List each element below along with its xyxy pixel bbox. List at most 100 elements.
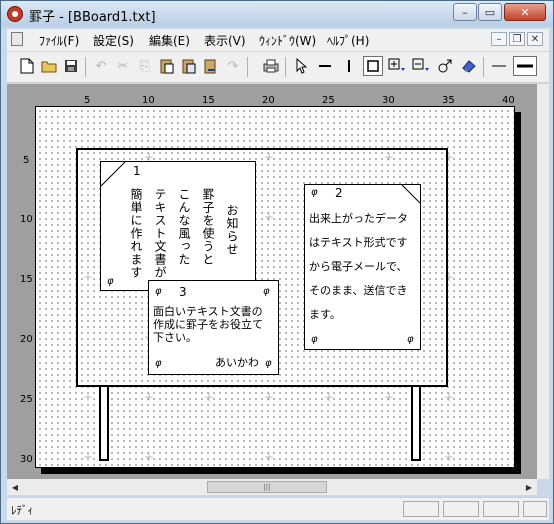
status-indicator xyxy=(443,501,479,517)
resize-grip[interactable] xyxy=(523,501,547,517)
folded-corner-icon xyxy=(401,184,421,204)
doc-restore-button[interactable]: ❐ xyxy=(509,32,525,46)
maximize-button[interactable]: ▭ xyxy=(478,3,502,21)
status-bar: ﾚﾃﾞｨ xyxy=(7,497,549,520)
grid-marker: + xyxy=(384,390,395,404)
eraser-icon[interactable] xyxy=(459,56,479,76)
window-title: 罫子 - [BBoard1.txt] xyxy=(29,10,156,25)
grid-marker: + xyxy=(83,390,94,404)
card-text-line: 面白いテキスト文書の xyxy=(153,305,263,318)
card-text-line: こんな風った xyxy=(177,188,191,266)
undo-icon[interactable]: ↶ xyxy=(91,56,111,76)
vline-icon[interactable] xyxy=(339,56,359,76)
box-icon[interactable] xyxy=(363,56,383,76)
document-icon[interactable] xyxy=(11,32,23,46)
toolbar-separator xyxy=(483,57,484,77)
ruler-left-label: 20 xyxy=(20,334,33,345)
folded-corner-icon xyxy=(101,162,126,187)
card-text-line: お知らせ xyxy=(225,204,239,256)
menu-view[interactable]: 表示(V) xyxy=(204,32,246,49)
menu-file[interactable]: ﾌｧｲﾙ(F) xyxy=(39,32,79,49)
card-marker: φ xyxy=(311,334,318,345)
text-vertical-icon[interactable] xyxy=(387,56,407,76)
doc-minimize-button[interactable]: – xyxy=(491,32,507,46)
menu-edit[interactable]: 編集(E) xyxy=(149,32,190,49)
redo-icon[interactable] xyxy=(201,56,221,76)
menu-help[interactable]: ﾍﾙﾌﾟ(H) xyxy=(327,32,369,49)
menu-bar: ﾌｧｲﾙ(F) 設定(S) 編集(E) 表示(V) ｳｨﾝﾄﾞｳ(W) ﾍﾙﾌﾟ… xyxy=(7,29,549,52)
toolbar-separator xyxy=(85,57,86,77)
menu-window[interactable]: ｳｨﾝﾄﾞｳ(W) xyxy=(259,32,316,49)
ruler-top-label: 30 xyxy=(382,95,395,106)
note-card-2[interactable]: φ 2 出来上がったデータ はテキスト形式です から電子メールで、 そのまま、送… xyxy=(304,184,421,350)
board-leg-right xyxy=(411,387,421,461)
card-number: 2 xyxy=(335,186,343,200)
card-text-line: ます。 xyxy=(309,308,341,321)
grid-marker: + xyxy=(264,390,275,404)
grid-marker: + xyxy=(264,450,275,464)
minimize-button[interactable]: – xyxy=(453,3,477,21)
pointer-icon[interactable] xyxy=(291,56,311,76)
vertical-scrollbar[interactable] xyxy=(537,84,549,479)
new-file-icon[interactable] xyxy=(17,56,37,76)
cut-icon[interactable]: ✂ xyxy=(113,56,133,76)
ruler-top-label: 40 xyxy=(502,95,515,106)
ruler-left-label: 30 xyxy=(20,454,33,465)
application-window: 罫子 - [BBoard1.txt] – ▭ ✕ ﾌｧｲﾙ(F) 設定(S) 編… xyxy=(0,0,554,524)
grid-marker: + xyxy=(204,390,215,404)
card-text-line: そのまま、送信でき xyxy=(309,284,408,297)
card-marker: φ xyxy=(155,358,162,369)
menu-settings[interactable]: 設定(S) xyxy=(93,32,134,49)
paste-special-icon[interactable] xyxy=(179,56,199,76)
copy-icon[interactable]: ⎘ xyxy=(135,56,155,76)
status-indicator xyxy=(483,501,519,517)
link-icon[interactable] xyxy=(435,56,455,76)
scroll-thumb[interactable]: ||| xyxy=(207,481,327,493)
grid-marker: + xyxy=(444,450,455,464)
card-text-line: から電子メールで、 xyxy=(309,260,408,273)
ruler-left-label: 5 xyxy=(23,155,30,166)
card-text-line: 出来上がったデータ xyxy=(309,212,408,225)
ruler-left-label: 25 xyxy=(20,394,33,405)
paste-icon[interactable] xyxy=(157,56,177,76)
app-logo-icon[interactable] xyxy=(7,6,23,22)
card-marker: φ xyxy=(263,286,270,297)
card-marker: φ xyxy=(311,187,318,198)
redo-2-icon[interactable]: ↷ xyxy=(223,56,243,76)
board-leg-left xyxy=(99,387,109,461)
note-card-1[interactable]: 1 φ お知らせ 罫子を使うと こんな風った テキスト文書が 簡単に作れます xyxy=(100,161,256,291)
scroll-right-icon[interactable]: ▶ xyxy=(523,481,535,493)
card-text-line: 罫子を使うと xyxy=(201,188,215,266)
card-marker: φ xyxy=(407,334,414,345)
card-number: 1 xyxy=(133,164,141,178)
grid-marker: + xyxy=(144,450,155,464)
ruler-top-label: 10 xyxy=(142,95,155,106)
ruler-top-label: 15 xyxy=(202,95,215,106)
hline-icon[interactable] xyxy=(315,56,335,76)
ruler-top-label: 5 xyxy=(84,95,91,106)
card-text-line: はテキスト形式です xyxy=(309,236,408,249)
card-marker: φ xyxy=(155,286,162,297)
open-folder-icon[interactable] xyxy=(39,56,59,76)
thin-line-icon[interactable] xyxy=(489,56,509,76)
card-number: 3 xyxy=(179,285,187,299)
card-text-line: 作成に罫子をお役立て xyxy=(153,318,263,331)
scroll-left-icon[interactable]: ◀ xyxy=(9,481,21,493)
toolbar-separator xyxy=(285,57,286,77)
doc-close-button[interactable]: ✕ xyxy=(527,32,543,46)
ruler-top-label: 25 xyxy=(322,95,335,106)
save-icon[interactable] xyxy=(61,56,81,76)
horizontal-scrollbar[interactable]: ◀ ||| ▶ xyxy=(7,479,537,495)
title-bar[interactable]: 罫子 - [BBoard1.txt] – ▭ ✕ xyxy=(1,1,553,27)
toolbar-separator xyxy=(247,57,248,77)
close-button[interactable]: ✕ xyxy=(504,3,546,21)
thick-line-icon[interactable] xyxy=(513,56,537,76)
note-card-3[interactable]: φ 3 φ 面白いテキスト文書の 作成に罫子をお役立て 下さい。 φ あいかわ … xyxy=(148,280,279,375)
print-icon[interactable] xyxy=(261,56,281,76)
text-horizontal-icon[interactable] xyxy=(411,56,431,76)
ruler-top-label: 35 xyxy=(442,95,455,106)
card-marker: φ xyxy=(265,358,272,369)
ruler-left-label: 15 xyxy=(20,274,33,285)
status-text: ﾚﾃﾞｨ xyxy=(11,504,33,517)
status-indicator xyxy=(403,501,439,517)
